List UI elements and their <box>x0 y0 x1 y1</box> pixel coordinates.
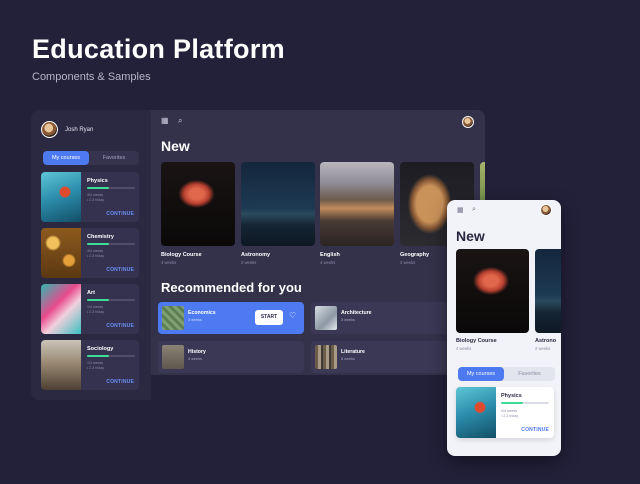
start-button[interactable]: START <box>255 310 283 325</box>
course-meta: 3 weeks <box>188 318 202 322</box>
new-section-title: New <box>161 138 190 154</box>
progress-fill <box>87 187 109 189</box>
new-course-title: Astronomy <box>241 252 271 258</box>
course-hours: • 2.3 h/day <box>87 366 105 370</box>
recommended-card-history[interactable]: History 4 weeks <box>158 341 304 373</box>
new-course-meta: 2 weeks <box>241 260 257 265</box>
heart-icon[interactable]: ♡ <box>289 311 296 320</box>
course-hours: • 2.3 h/day <box>87 310 105 314</box>
new-course-title: English <box>320 252 340 258</box>
new-course-meta: 4 weeks <box>456 346 472 351</box>
recommended-card-economics[interactable]: Economics 3 weeks START ♡ <box>158 302 304 334</box>
sidebar: Josh Ryan My courses Favorites Physics 3… <box>31 110 151 400</box>
course-meta: 3 weeks <box>341 318 355 322</box>
progress-bar <box>87 243 135 245</box>
new-course-title: Astrono <box>535 338 557 344</box>
grid-icon[interactable]: ▦ <box>161 116 169 125</box>
course-card-sociology[interactable]: Sociology 1/3 weeks • 2.3 h/day CONTINUE <box>41 340 139 390</box>
new-course-image[interactable] <box>456 249 529 333</box>
course-tabs: My courses Favorites <box>458 367 555 381</box>
new-course-meta: 2 weeks <box>535 346 551 351</box>
recommended-card-architecture[interactable]: Architecture 3 weeks <box>311 302 457 334</box>
course-card-physics[interactable]: Physics 3/4 weeks • 2.3 h/day CONTINUE <box>41 172 139 222</box>
continue-button[interactable]: CONTINUE <box>106 379 134 385</box>
course-title: History <box>188 349 206 355</box>
course-meta: 3/4 weeks • 2.3 h/day <box>87 249 104 259</box>
course-title: Sociology <box>87 346 114 352</box>
mobile-panel: ▦ ⌕ New Biology Course 4 weeks Astrono 2… <box>447 200 561 456</box>
progress-bar <box>87 355 135 357</box>
course-image <box>41 228 81 278</box>
tab-favorites[interactable]: Favorites <box>89 151 139 165</box>
continue-button[interactable]: CONTINUE <box>106 211 134 217</box>
course-image <box>41 172 81 222</box>
course-meta: 3/4 weeks • 2.3 h/day <box>87 193 104 203</box>
progress-fill <box>87 299 109 301</box>
new-course-title: Geography <box>400 252 430 258</box>
progress-bar <box>87 187 135 189</box>
continue-button[interactable]: CONTINUE <box>521 427 549 433</box>
course-tabs: My courses Favorites <box>43 151 139 165</box>
course-hours: • 2.3 h/day <box>87 254 105 258</box>
tab-my-courses[interactable]: My courses <box>458 367 504 381</box>
course-image <box>162 345 184 369</box>
course-card-chemistry[interactable]: Chemistry 3/4 weeks • 2.3 h/day CONTINUE <box>41 228 139 278</box>
course-meta: 1/3 weeks • 2.3 h/day <box>87 361 104 371</box>
progress-fill <box>501 402 523 404</box>
profile[interactable]: Josh Ryan <box>41 121 93 138</box>
course-title: Physics <box>501 393 522 399</box>
avatar[interactable] <box>540 204 552 216</box>
new-course-title: Biology Course <box>161 252 202 258</box>
course-meta: 1/4 weeks • 2.3 h/day <box>87 305 104 315</box>
course-hours: • 2.3 h/day <box>501 414 519 418</box>
page-subtitle: Components & Samples <box>32 71 151 83</box>
new-course-image[interactable] <box>241 162 315 246</box>
main-panel: ▦ ⌕ New Biology Course 4 weeks Astronomy… <box>151 110 485 375</box>
new-course-meta: 4 weeks <box>320 260 336 265</box>
course-image <box>315 306 337 330</box>
new-course-meta: 3 weeks <box>400 260 416 265</box>
recommended-section-title: Recommended for you <box>161 280 302 295</box>
tab-favorites[interactable]: Favorites <box>504 367 555 381</box>
progress-fill <box>87 355 109 357</box>
search-icon[interactable]: ⌕ <box>472 206 476 214</box>
avatar[interactable] <box>462 116 474 128</box>
course-meta: 3/4 weeks • 2.3 h/day <box>501 409 518 419</box>
course-card-physics[interactable]: Physics 3/4 weeks • 2.3 h/day CONTINUE <box>456 387 554 438</box>
course-title: Literature <box>341 349 365 355</box>
search-icon[interactable]: ⌕ <box>178 116 182 126</box>
course-title: Economics <box>188 310 216 316</box>
course-image <box>315 345 337 369</box>
continue-button[interactable]: CONTINUE <box>106 267 134 273</box>
course-meta: 8 weeks <box>341 357 355 361</box>
course-image <box>456 387 496 438</box>
tab-my-courses[interactable]: My courses <box>43 151 89 165</box>
course-hours: • 2.3 h/day <box>87 198 105 202</box>
avatar[interactable] <box>41 121 58 138</box>
course-image <box>162 306 184 330</box>
course-title: Architecture <box>341 310 372 316</box>
progress-bar <box>501 402 549 404</box>
progress-fill <box>87 243 109 245</box>
recommended-card-literature[interactable]: Literature 8 weeks <box>311 341 457 373</box>
user-name: Josh Ryan <box>65 126 94 133</box>
new-course-image[interactable] <box>535 249 561 333</box>
new-course-meta: 4 weeks <box>161 260 177 265</box>
course-title: Chemistry <box>87 234 114 240</box>
new-course-image[interactable] <box>320 162 394 246</box>
new-course-image[interactable] <box>161 162 235 246</box>
new-course-title: Biology Course <box>456 338 497 344</box>
progress-bar <box>87 299 135 301</box>
course-title: Physics <box>87 178 108 184</box>
course-image <box>41 340 81 390</box>
course-card-art[interactable]: Art 1/4 weeks • 2.3 h/day CONTINUE <box>41 284 139 334</box>
new-section-title: New <box>456 228 485 244</box>
course-title: Art <box>87 290 95 296</box>
course-image <box>41 284 81 334</box>
course-meta: 4 weeks <box>188 357 202 361</box>
page-title: Education Platform <box>32 34 285 64</box>
continue-button[interactable]: CONTINUE <box>106 323 134 329</box>
grid-icon[interactable]: ▦ <box>457 206 464 214</box>
